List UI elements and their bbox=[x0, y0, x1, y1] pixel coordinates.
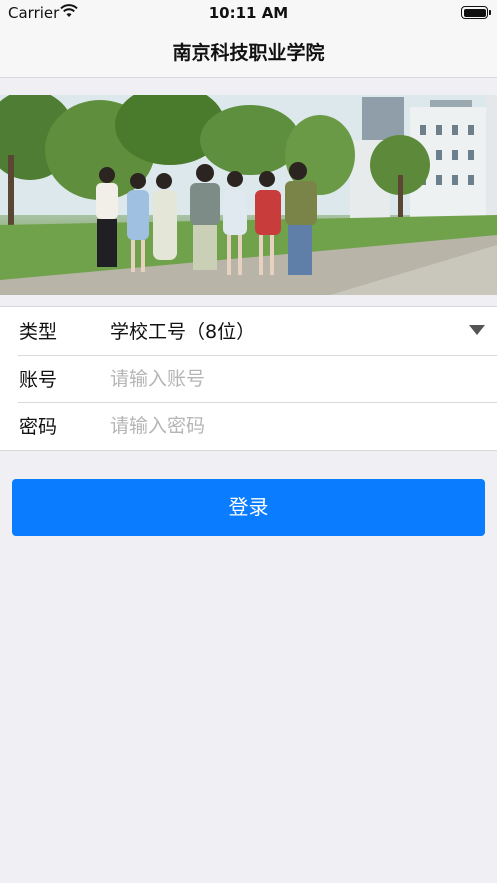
status-time: 10:11 AM bbox=[208, 4, 289, 22]
campus-banner-image bbox=[0, 95, 497, 295]
type-row[interactable]: 类型 学校工号（8位） bbox=[0, 307, 497, 355]
type-select-value[interactable]: 学校工号（8位） bbox=[110, 317, 255, 344]
login-form: 类型 学校工号（8位） 账号 密码 bbox=[0, 306, 497, 451]
login-button[interactable]: 登录 bbox=[12, 479, 485, 536]
password-label: 密码 bbox=[19, 416, 58, 439]
caret-down-icon[interactable] bbox=[469, 325, 485, 335]
password-input[interactable] bbox=[110, 410, 477, 442]
password-row: 密码 bbox=[0, 402, 497, 450]
status-bar: Carrier 10:11 AM bbox=[0, 0, 497, 26]
battery-icon bbox=[461, 6, 491, 19]
account-input[interactable] bbox=[110, 362, 477, 395]
page-title: 南京科技职业学院 bbox=[172, 42, 325, 64]
type-label: 类型 bbox=[19, 321, 58, 344]
account-label: 账号 bbox=[19, 368, 58, 391]
account-row: 账号 bbox=[0, 354, 497, 403]
navigation-bar: 南京科技职业学院 bbox=[0, 26, 497, 78]
